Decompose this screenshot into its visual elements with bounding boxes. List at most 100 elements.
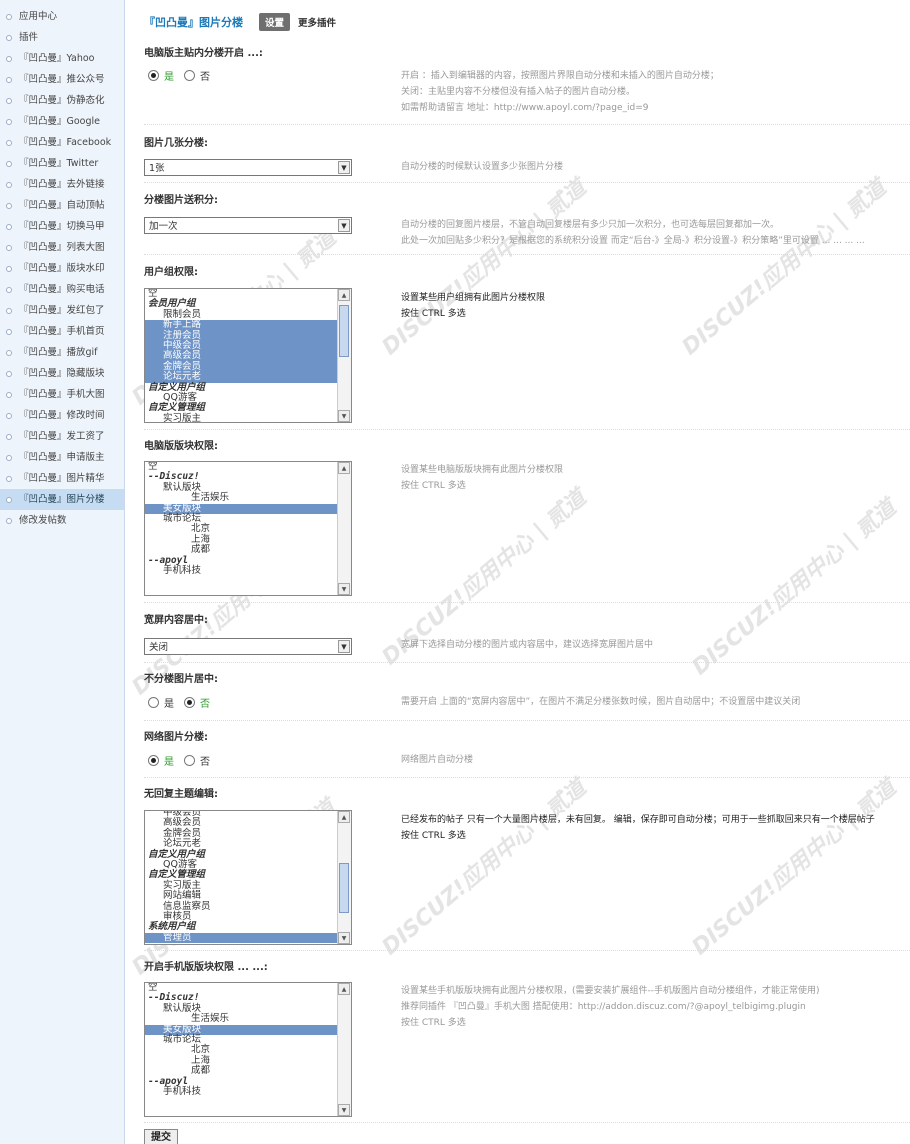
sidebar-item[interactable]: 『凹凸曼』Twitter	[0, 153, 124, 174]
sidebar-item-label: 『凹凸曼』发工资了	[19, 431, 105, 442]
pc-forums-listbox[interactable]: 空 --Discuz! 默认版块 生活娱乐 美女版块 城市论坛 北京 上海 成都 --apoyl 手…	[144, 461, 352, 596]
desc-line: 按住 CTRL 多选	[401, 309, 466, 319]
listbox-option[interactable]: 默认版块	[145, 1003, 337, 1014]
main-panel: 『凹凸曼』图片分楼 设置 更多插件 DISCUZ!应用中心 | 贰道 DISCU…	[124, 0, 910, 1144]
listbox-option[interactable]: 实习版主	[145, 413, 337, 422]
sidebar-item[interactable]: 『凹凸曼』播放gif	[0, 342, 124, 363]
scroll-up-icon[interactable]: ▲	[338, 983, 350, 995]
sidebar-item[interactable]: 『凹凸曼』Google	[0, 111, 124, 132]
network-image-desc: 网络图片自动分楼	[401, 755, 474, 765]
sidebar-item[interactable]: 『凹凸曼』版块水印	[0, 258, 124, 279]
scrollbar[interactable]: ▲ ▼	[337, 983, 351, 1116]
scroll-up-icon[interactable]: ▲	[338, 811, 350, 823]
sidebar-item[interactable]: 『凹凸曼』去外链接	[0, 174, 124, 195]
scroll-thumb[interactable]	[339, 863, 349, 913]
listbox-option[interactable]: 城市论坛	[145, 513, 337, 524]
sidebar-item[interactable]: 『凹凸曼』图片分楼	[0, 489, 124, 510]
bullet-icon	[6, 55, 12, 62]
image-count-select[interactable]: 1张 ▼	[144, 159, 352, 176]
scrollbar[interactable]: ▲ ▼	[337, 462, 351, 595]
listbox-option[interactable]: 管理员	[145, 932, 337, 944]
listbox-option[interactable]: 网站编辑	[145, 890, 337, 901]
center-image-yes-radio[interactable]	[148, 697, 159, 708]
sidebar-item[interactable]: 『凹凸曼』隐藏版块	[0, 363, 124, 384]
listbox-option[interactable]: 成都	[145, 544, 337, 555]
image-count-value: 1张	[149, 163, 165, 174]
widescreen-desc: 宽屏下选择自动分楼的图片或内容居中，建议选择宽屏图片居中	[401, 640, 654, 650]
desc-line: 关闭：主贴里内容不分楼但没有插入帖子的图片自动分楼。	[401, 87, 636, 97]
divider	[144, 950, 910, 951]
usergroup-label: 用户组权限:	[144, 267, 198, 278]
settings-button[interactable]: 设置	[259, 13, 291, 31]
sidebar-item-label: 『凹凸曼』发红包了	[19, 305, 105, 316]
listbox-option[interactable]: 论坛元老	[145, 838, 337, 849]
desc-line: 按住 CTRL 多选	[401, 481, 466, 491]
listbox-option[interactable]: 成都	[145, 1065, 337, 1076]
network-image-radio-group: 是 否	[148, 753, 220, 768]
sidebar-item[interactable]: 『凹凸曼』发工资了	[0, 426, 124, 447]
network-image-yes-radio[interactable]	[148, 755, 159, 766]
sidebar-item[interactable]: 『凹凸曼』推公众号	[0, 69, 124, 90]
credits-select[interactable]: 加一次 ▼	[144, 217, 352, 234]
sidebar-item[interactable]: 『凹凸曼』列表大图	[0, 237, 124, 258]
sidebar-item-label: 『凹凸曼』Yahoo	[19, 53, 95, 64]
sidebar-item[interactable]: 『凹凸曼』手机首页	[0, 321, 124, 342]
sidebar-item[interactable]: 『凹凸曼』购买电话	[0, 279, 124, 300]
listbox-option[interactable]: 论坛元老	[145, 371, 337, 383]
listbox-option[interactable]: 城市论坛	[145, 1034, 337, 1045]
pc-enable-yes-radio[interactable]	[148, 70, 159, 81]
mobile-forums-listbox[interactable]: 空 --Discuz! 默认版块 生活娱乐 美女版块 城市论坛 北京 上海 成都 --apoyl 手…	[144, 982, 352, 1117]
bullet-icon	[6, 139, 12, 146]
listbox-option[interactable]: 默认版块	[145, 482, 337, 493]
scroll-down-icon[interactable]: ▼	[338, 410, 350, 422]
scroll-down-icon[interactable]: ▼	[338, 932, 350, 944]
scroll-up-icon[interactable]: ▲	[338, 462, 350, 474]
pc-forums-label: 电脑版版块权限:	[144, 441, 218, 452]
bullet-icon	[6, 475, 12, 482]
network-image-no-radio[interactable]	[184, 755, 195, 766]
widescreen-label: 宽屏内容居中:	[144, 615, 208, 626]
divider	[144, 602, 910, 603]
sidebar-item[interactable]: 『凹凸曼』图片精华	[0, 468, 124, 489]
center-image-no-radio[interactable]	[184, 697, 195, 708]
sidebar-item-label: 『凹凸曼』切换马甲	[19, 221, 105, 232]
listbox-option[interactable]: 北京	[145, 1044, 337, 1055]
listbox-option[interactable]: 北京	[145, 523, 337, 534]
pc-enable-no-radio[interactable]	[184, 70, 195, 81]
scroll-down-icon[interactable]: ▼	[338, 1104, 350, 1116]
listbox-option[interactable]: 新手上路	[145, 319, 337, 331]
scrollbar[interactable]: ▲ ▼	[337, 289, 351, 422]
scroll-up-icon[interactable]: ▲	[338, 289, 350, 301]
sidebar-item[interactable]: 修改发帖数	[0, 510, 124, 531]
center-image-desc: 需要开启 上面的“宽屏内容居中”，在图片不满足分楼张数时候，图片自动居中；不设置…	[401, 697, 801, 707]
bullet-icon	[6, 391, 12, 398]
widescreen-select[interactable]: 关闭 ▼	[144, 638, 352, 655]
sidebar-item[interactable]: 『凹凸曼』Yahoo	[0, 48, 124, 69]
listbox-option[interactable]: 上海	[145, 1055, 337, 1066]
no-reply-edit-listbox[interactable]: 中级会员 高级会员 金牌会员 论坛元老 自定义用户组 QQ游客 自定义管理组 实习版主 网站编辑…	[144, 810, 352, 945]
scroll-thumb[interactable]	[339, 305, 349, 357]
submit-button[interactable]: 提交	[144, 1129, 178, 1144]
sidebar-item[interactable]: 『凹凸曼』伪静态化	[0, 90, 124, 111]
sidebar-item-label: 『凹凸曼』播放gif	[19, 347, 98, 358]
listbox-option[interactable]: 上海	[145, 534, 337, 545]
more-plugins-link[interactable]: 更多插件	[298, 15, 336, 29]
sidebar-item[interactable]: 『凹凸曼』申请版主	[0, 447, 124, 468]
sidebar-item[interactable]: 『凹凸曼』Facebook	[0, 132, 124, 153]
sidebar-item[interactable]: 应用中心	[0, 6, 124, 27]
sidebar-item[interactable]: 『凹凸曼』修改时间	[0, 405, 124, 426]
sidebar-item[interactable]: 『凹凸曼』发红包了	[0, 300, 124, 321]
sidebar-item[interactable]: 『凹凸曼』自动顶帖	[0, 195, 124, 216]
scroll-down-icon[interactable]: ▼	[338, 583, 350, 595]
sidebar-item[interactable]: 插件	[0, 27, 124, 48]
sidebar-item[interactable]: 『凹凸曼』切换马甲	[0, 216, 124, 237]
listbox-option[interactable]: 手机科技	[145, 1086, 337, 1097]
divider	[144, 182, 910, 183]
listbox-option[interactable]: 生活娱乐	[145, 492, 337, 503]
listbox-option[interactable]: 手机科技	[145, 565, 337, 576]
sidebar-item-label: 『凹凸曼』图片分楼	[19, 494, 105, 505]
sidebar-item[interactable]: 『凹凸曼』手机大图	[0, 384, 124, 405]
scrollbar[interactable]: ▲ ▼	[337, 811, 351, 944]
usergroup-listbox[interactable]: 空会员用户组 限制会员 新手上路 注册会员 中级会员 高级会员 金牌会员 论坛元老 自定义用户组…	[144, 288, 352, 423]
listbox-option[interactable]: 生活娱乐	[145, 1013, 337, 1024]
